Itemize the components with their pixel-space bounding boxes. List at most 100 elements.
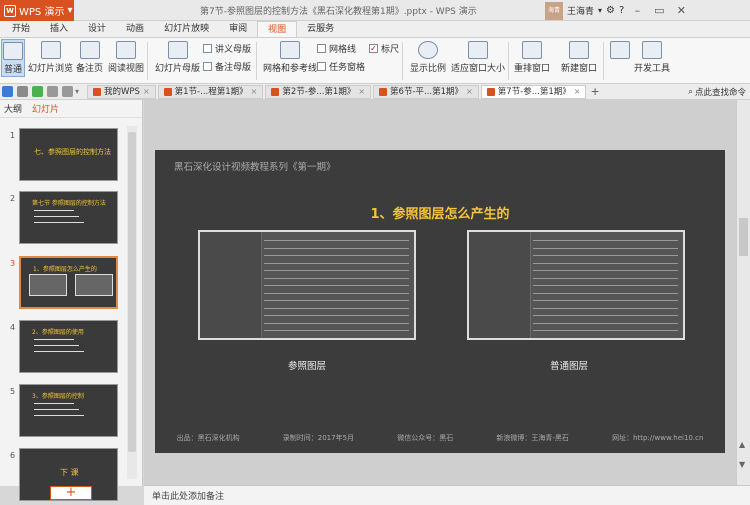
app-menu-button[interactable]: W WPS 演示 ▾ [0, 0, 74, 21]
footer-item: 新浪微博：王海青-黑石 [496, 434, 569, 442]
macro-icon [610, 41, 630, 59]
reading-view-button[interactable]: 阅读视图 [108, 41, 144, 74]
panel-scrollbar[interactable] [127, 126, 137, 479]
normal-view-button[interactable]: 普通 [1, 39, 25, 77]
zoom-button[interactable]: 显示比例 [410, 41, 446, 74]
tab-3[interactable]: 动画 [116, 21, 154, 37]
document-tab[interactable]: 第7节-参...第1期》 × [480, 84, 587, 99]
chevron-down-icon: ▾ [67, 5, 73, 16]
close-button[interactable]: ✕ [672, 0, 690, 21]
tab-7[interactable]: 云服务 [297, 21, 344, 37]
presentation-file-icon [486, 87, 495, 96]
fit-window-button[interactable]: 适应窗口大小 [451, 41, 505, 74]
tab-5[interactable]: 审阅 [219, 21, 257, 37]
dev-tools-button[interactable]: 开发工具 [634, 41, 670, 74]
maximize-button[interactable]: ▭ [650, 0, 668, 21]
save-icon[interactable] [2, 86, 13, 97]
menu-tab-bar: 开始 插入 设计 动画 幻灯片放映 审阅 视图 云服务 [0, 21, 750, 38]
normal-layer-screenshot [467, 230, 685, 340]
chevron-down-icon[interactable]: ▾ [75, 87, 85, 96]
tab-6[interactable]: 视图 [257, 21, 298, 37]
skin-icon[interactable]: ⚙ [606, 5, 615, 16]
undo-icon[interactable] [47, 86, 58, 97]
normal-view-label: 普通 [3, 65, 22, 75]
document-tab[interactable]: 第1节-...程第1期》 × [157, 84, 264, 99]
notes-pane[interactable]: 单击此处添加备注 [144, 485, 750, 505]
slide-thumbnail[interactable]: 七、参照图层的控制方法 [19, 128, 118, 181]
new-window-button[interactable]: 新建窗口 [561, 41, 597, 74]
macro-button[interactable] [610, 41, 630, 61]
layer-row [533, 262, 678, 264]
slide-browse-button[interactable]: 幻灯片浏览 [28, 41, 73, 74]
document-tab[interactable]: 第2节-参...第1期》 × [265, 84, 372, 99]
help-icon[interactable]: ? [619, 5, 624, 16]
task-pane-checkbox[interactable]: 任务窗格 [317, 60, 365, 73]
close-tab-icon[interactable]: × [466, 85, 473, 99]
panel-tabs: 大纲 幻灯片 [0, 100, 142, 118]
notes-master-button[interactable]: 备注母版 [203, 60, 251, 73]
scroll-thumb[interactable] [739, 218, 748, 256]
layer-row [264, 240, 409, 241]
layer-row [264, 315, 409, 316]
notes-master-label: 备注母版 [215, 63, 252, 73]
checkmark-icon: ✓ [369, 44, 378, 53]
arrange-windows-button[interactable]: 重排窗口 [514, 41, 550, 74]
footer-item: 网址：http://www.hei10.cn [612, 434, 704, 442]
print-icon[interactable] [17, 86, 28, 97]
thumbnail-text-line [34, 345, 79, 346]
slide-master-button[interactable]: 幻灯片母版 [155, 41, 200, 74]
ruler-checkbox[interactable]: ✓ 标尺 [369, 42, 399, 55]
fit-window-label: 适应窗口大小 [451, 64, 506, 74]
thumbnail-title: 七、参照图层的控制方法 [34, 148, 111, 156]
layer-row [533, 315, 678, 316]
tab-2[interactable]: 设计 [78, 21, 116, 37]
chevron-down-icon[interactable]: ▾ [598, 6, 602, 15]
layer-row [264, 300, 409, 301]
document-tab[interactable]: 第6节-平...第1期》 × [373, 84, 479, 99]
layer-row [533, 322, 678, 324]
notes-page-icon [79, 41, 100, 59]
slide-thumbnail[interactable]: 2、参照图层的使用 [19, 320, 118, 373]
prev-slide-icon[interactable]: ▲ [739, 440, 745, 449]
tab-4[interactable]: 幻灯片放映 [154, 21, 219, 37]
layer-row [533, 240, 678, 241]
task-pane-label: 任务窗格 [329, 63, 366, 73]
close-tab-icon[interactable]: × [143, 85, 150, 99]
user-name[interactable]: 王海青 [567, 4, 594, 17]
tab-1[interactable]: 插入 [40, 21, 78, 37]
close-tab-icon[interactable]: × [251, 85, 258, 99]
close-tab-icon[interactable]: × [574, 85, 581, 99]
tab-0[interactable]: 开始 [2, 21, 40, 37]
minimize-button[interactable]: – [628, 0, 646, 21]
add-tab-icon[interactable]: + [590, 85, 599, 98]
layer-row [533, 307, 678, 309]
handout-master-button[interactable]: 讲义母版 [203, 42, 251, 55]
add-slide-button[interactable]: + [50, 486, 92, 500]
slide-number: 2 [10, 194, 16, 203]
layer-row [264, 277, 409, 279]
layer-row [533, 270, 678, 271]
tab-outline[interactable]: 大纲 [4, 102, 22, 115]
gridlines-checkbox[interactable]: 网格线 [317, 42, 356, 55]
canvas-scrollbar[interactable]: ▲ ▼ [736, 100, 750, 485]
notes-page-label: 备注页 [76, 64, 104, 74]
preview-icon[interactable] [32, 86, 43, 97]
tab-slides[interactable]: 幻灯片 [32, 102, 59, 115]
grid-guides-button[interactable]: 网格和参考线 [263, 41, 317, 74]
slide-thumbnail[interactable]: 第七节 参照图层的控制方法 [19, 191, 118, 244]
slide-series-title: 黑石深化设计视频教程系列《第一期》 [174, 162, 336, 173]
avatar[interactable]: 海青 [545, 1, 563, 20]
slide-thumbnail[interactable]: 1、参照图层怎么产生的 [19, 256, 118, 309]
document-tabs: 我的WPS × 第1节-...程第1期》 × 第2节-参...第1期》 × 第6节-平...… [85, 84, 587, 99]
redo-icon[interactable] [62, 86, 73, 97]
thumbnail-text-line [34, 409, 79, 410]
next-slide-icon[interactable]: ▼ [739, 460, 745, 469]
scroll-thumb[interactable] [128, 132, 136, 452]
new-window-label: 新建窗口 [561, 64, 598, 74]
command-search[interactable]: ⌕ 点此查找命令 [688, 86, 746, 98]
slide-thumbnail[interactable]: 3、参照图层的控制 [19, 384, 118, 437]
current-slide[interactable]: 黑石深化设计视频教程系列《第一期》 1、参照图层怎么产生的 参照图层 普通图层 … [155, 150, 725, 453]
notes-page-button[interactable]: 备注页 [76, 41, 103, 74]
close-tab-icon[interactable]: × [358, 85, 365, 99]
document-tab[interactable]: 我的WPS × [87, 84, 156, 99]
